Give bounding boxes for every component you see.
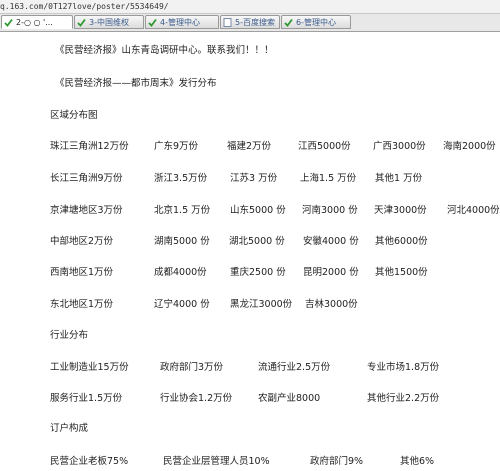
region-cell: 福建2万份 <box>227 141 272 152</box>
region-cell: 北京1.5 万份 <box>154 205 211 216</box>
region-cell: 昆明2000 份 <box>303 267 359 278</box>
tab-label: 4-管理中心 <box>160 18 200 27</box>
intro-contact: 《民营经济报》山东青岛调研中心。联系我们！！！ <box>55 45 274 56</box>
region-cell: 安徽4000 份 <box>303 236 359 247</box>
industry-cell: 工业制造业15万份 <box>50 362 129 373</box>
region-cell: 河南3000 份 <box>302 205 358 216</box>
region-cell: 东北地区1万份 <box>50 299 114 310</box>
region-cell: 成都4000份 <box>154 267 207 278</box>
region-cell: 长江三角洲9万份 <box>50 173 123 184</box>
subscriber-cell: 其他6% <box>400 456 435 467</box>
page-content: 《民营经济报》山东青岛调研中心。联系我们！！！ 《民营经济报——都市周末》发行分… <box>0 32 500 471</box>
subscriber-cell: 民营企业老板75% <box>50 456 129 467</box>
address-bar[interactable]: q.163.com/0T127love/poster/5534649/ <box>0 0 500 14</box>
page-icon <box>223 18 232 27</box>
region-cell: 珠江三角洲12万份 <box>50 141 129 152</box>
section-region-heading: 区域分布图 <box>50 110 98 121</box>
region-cell: 山东5000 份 <box>230 205 286 216</box>
industry-cell: 流通行业2.5万份 <box>258 362 331 373</box>
region-cell: 吉林3000份 <box>305 299 358 310</box>
region-cell: 湖北5000 份 <box>229 236 285 247</box>
region-cell: 重庆2500 份 <box>230 267 286 278</box>
region-cell: 广东9万份 <box>154 141 199 152</box>
region-cell: 黑龙江3000份 <box>230 299 293 310</box>
region-cell: 江苏3 万份 <box>230 173 278 184</box>
check-icon <box>4 18 13 27</box>
browser-tab-3[interactable]: 4-管理中心 <box>145 15 219 29</box>
check-icon <box>148 18 157 27</box>
region-cell: 其他1 万份 <box>375 173 423 184</box>
browser-tab-4[interactable]: 5-百度搜索 <box>220 15 280 29</box>
browser-tab-5[interactable]: 6-管理中心 <box>281 15 351 29</box>
region-cell: 浙江3.5万份 <box>154 173 208 184</box>
check-icon <box>77 18 86 27</box>
section-subscribers-heading: 订户构成 <box>50 423 89 434</box>
intro-distribution-title: 《民营经济报——都市周末》发行分布 <box>55 78 217 89</box>
industry-cell: 专业市场1.8万份 <box>367 362 440 373</box>
region-cell: 京津塘地区3万份 <box>50 205 123 216</box>
browser-tab-1[interactable]: 2-○ ○ '... <box>1 15 73 29</box>
region-cell: 中部地区2万份 <box>50 236 114 247</box>
tab-label: 2-○ ○ '... <box>16 18 53 27</box>
tab-label: 6-管理中心 <box>296 18 336 27</box>
region-cell: 其他1500份 <box>375 267 428 278</box>
region-cell: 辽宁4000 份 <box>154 299 210 310</box>
region-cell: 上海1.5 万份 <box>300 173 357 184</box>
region-cell: 天津3000份 <box>374 205 427 216</box>
industry-cell: 其他行业2.2万份 <box>367 393 440 404</box>
industry-cell: 服务行业1.5万份 <box>50 393 123 404</box>
region-cell: 其他6000份 <box>375 236 428 247</box>
tab-label: 5-百度搜索 <box>235 18 275 27</box>
tab-label: 3-中国维权 <box>89 18 129 27</box>
region-cell: 江西5000份 <box>298 141 351 152</box>
address-url[interactable]: q.163.com/0T127love/poster/5534649/ <box>0 2 169 11</box>
region-cell: 海南2000份 <box>443 141 496 152</box>
region-cell: 湖南5000 份 <box>154 236 210 247</box>
browser-tab-2[interactable]: 3-中国维权 <box>74 15 144 29</box>
subscriber-cell: 政府部门9% <box>310 456 364 467</box>
industry-cell: 政府部门3万份 <box>160 362 224 373</box>
region-cell: 河北4000份 <box>447 205 500 216</box>
section-industry-heading: 行业分布 <box>50 330 89 341</box>
check-icon <box>284 18 293 27</box>
subscriber-cell: 民营企业层管理人员10% <box>163 456 270 467</box>
region-cell: 西南地区1万份 <box>50 267 114 278</box>
industry-cell: 行业协会1.2万份 <box>160 393 233 404</box>
browser-tab-strip: 2-○ ○ '... 3-中国维权 4-管理中心 5-百度搜索 6-管理中心 <box>0 14 500 32</box>
region-cell: 广西3000份 <box>373 141 426 152</box>
industry-cell: 农副产业8000 <box>258 393 321 404</box>
